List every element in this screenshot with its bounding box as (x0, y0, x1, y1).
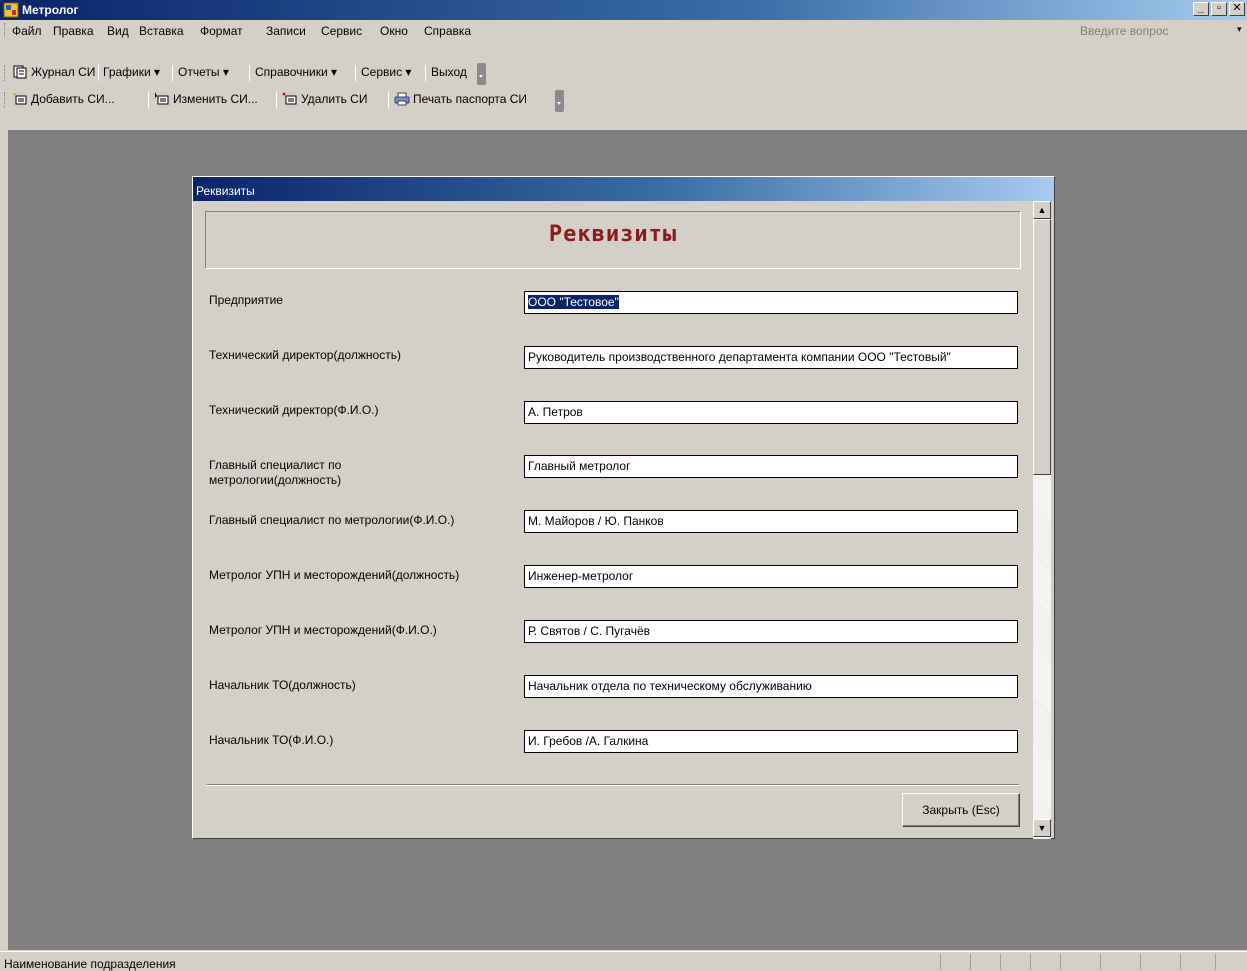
field-label: Технический директор(должность) (209, 348, 401, 362)
field-label: Метролог УПН и месторождений(Ф.И.О.) (209, 623, 437, 637)
field-label: Технический директор(Ф.И.О.) (209, 403, 379, 417)
status-divider (1180, 954, 1181, 970)
app-title-bar: Метролог _ ▫ ✕ (0, 0, 1247, 20)
tech-director-name-input[interactable]: А. Петров (524, 401, 1018, 424)
toolbar-separator (355, 65, 356, 81)
menu-view[interactable]: Вид (107, 24, 129, 38)
status-divider (970, 954, 971, 970)
add-si-label: Добавить СИ... (31, 92, 115, 106)
field-label: Главный специалист по метрологии(Ф.И.О.) (209, 513, 455, 527)
menu-records[interactable]: Записи (266, 24, 306, 38)
delete-si-button[interactable]: Удалить СИ (282, 92, 367, 106)
tech-director-position-input[interactable]: Руководитель производственного департаме… (524, 346, 1018, 369)
dialog-header-title: Реквизиты (548, 222, 678, 247)
restore-button[interactable]: ▫ (1211, 2, 1227, 16)
ask-dropdown-icon[interactable]: ▾ (1237, 24, 1242, 35)
journal-icon (12, 65, 28, 79)
menu-file[interactable]: Файл (12, 24, 42, 38)
status-divider (1000, 954, 1001, 970)
delete-si-label: Удалить СИ (301, 92, 368, 106)
toolbar-grip[interactable] (4, 65, 7, 81)
toolbar-separator (249, 65, 250, 81)
toolbar-options-button[interactable] (477, 63, 486, 85)
status-divider (1060, 954, 1061, 970)
scroll-up-icon[interactable]: ▲ (1033, 201, 1051, 219)
menu-insert[interactable]: Вставка (139, 24, 184, 38)
metrologist-name-input[interactable]: Р. Святов / С. Пугачёв (524, 620, 1018, 643)
chief-metrologist-name-input[interactable]: М. Майоров / Ю. Панков (524, 510, 1018, 533)
close-window-button[interactable]: ✕ (1229, 2, 1245, 16)
status-divider (1215, 954, 1216, 970)
field-label: Главный специалист по метрологии(должнос… (209, 458, 342, 487)
menu-service[interactable]: Сервис (321, 24, 362, 38)
toolbar-separator (148, 92, 149, 108)
exit-button[interactable]: Выход (431, 65, 467, 79)
edit-si-label: Изменить СИ... (173, 92, 258, 106)
printer-icon (394, 92, 410, 106)
service-menu-button[interactable]: Сервис ▾ (361, 65, 411, 79)
window-title: Метролог (22, 3, 79, 17)
dialog-title-bar[interactable]: Реквизиты (193, 177, 1054, 201)
print-passport-button[interactable]: Печать паспорта СИ (394, 92, 527, 106)
add-record-icon (12, 92, 28, 106)
main-toolbar: Журнал СИ Графики ▾ Отчеты ▾ Справочники… (0, 60, 520, 86)
toolbar-options-button[interactable] (555, 90, 564, 112)
minimize-button[interactable]: _ (1193, 2, 1209, 16)
status-divider (1140, 954, 1141, 970)
charts-menu-button[interactable]: Графики ▾ (103, 65, 160, 79)
journal-si-button[interactable]: Журнал СИ (12, 65, 95, 79)
menu-format[interactable]: Формат (200, 24, 243, 38)
reports-menu-button[interactable]: Отчеты ▾ (178, 65, 229, 79)
close-button[interactable]: Закрыть (Esc) (902, 793, 1020, 827)
to-chief-name-input[interactable]: И. Гребов /А. Галкина (524, 730, 1018, 753)
toolbar-grip[interactable] (4, 92, 7, 108)
status-divider (1100, 954, 1101, 970)
status-divider (1030, 954, 1031, 970)
menu-window[interactable]: Окно (380, 24, 408, 38)
edit-si-button[interactable]: Изменить СИ... (154, 92, 258, 106)
scroll-down-icon[interactable]: ▼ (1033, 819, 1051, 837)
status-divider (940, 954, 941, 970)
chief-metrologist-position-input[interactable]: Главный метролог (524, 455, 1018, 478)
journal-si-label: Журнал СИ (31, 65, 96, 79)
menu-bar: Файл Правка Вид Вставка Формат Записи Се… (0, 20, 1247, 40)
requisites-dialog: Реквизиты Реквизиты Предприятие ООО "Тес… (192, 176, 1055, 839)
menu-edit[interactable]: Правка (53, 24, 94, 38)
toolbar-separator (425, 65, 426, 81)
field-label: Начальник ТО(должность) (209, 678, 356, 692)
field-label: Метролог УПН и месторождений(должность) (209, 568, 460, 582)
menu-help[interactable]: Справка (424, 24, 471, 38)
workspace-border (0, 130, 8, 950)
add-si-button[interactable]: Добавить СИ... (12, 92, 115, 106)
toolbar-separator (172, 65, 173, 81)
si-toolbar: Добавить СИ... Изменить СИ... Удалить СИ… (0, 87, 580, 113)
metrologist-position-input[interactable]: Инженер-метролог (524, 565, 1018, 588)
app-icon (3, 2, 19, 18)
footer-divider (207, 784, 1019, 786)
enterprise-input[interactable]: ООО "Тестовое" (524, 291, 1018, 314)
status-bar: Наименование подразделения (0, 951, 1247, 971)
vertical-scrollbar[interactable]: ▲ ▼ (1033, 201, 1051, 839)
scroll-thumb[interactable] (1033, 219, 1051, 475)
field-label: Начальник ТО(Ф.И.О.) (209, 733, 334, 747)
menubar-grip[interactable] (4, 23, 7, 37)
toolbar-separator (388, 92, 389, 108)
field-value: ООО "Тестовое" (528, 295, 619, 309)
print-passport-label: Печать паспорта СИ (413, 92, 528, 106)
field-label: Предприятие (209, 293, 283, 307)
edit-record-icon (154, 92, 170, 106)
delete-record-icon (282, 92, 298, 106)
to-chief-position-input[interactable]: Начальник отдела по техническому обслужи… (524, 675, 1018, 698)
toolbar-separator (98, 65, 99, 81)
dialog-header-box: Реквизиты (205, 211, 1021, 269)
toolbar-separator (276, 92, 277, 108)
ask-question-input[interactable]: Введите вопрос (1080, 24, 1169, 38)
dialog-title: Реквизиты (196, 184, 255, 198)
status-text: Наименование подразделения (4, 957, 176, 971)
references-menu-button[interactable]: Справочники ▾ (255, 65, 337, 79)
